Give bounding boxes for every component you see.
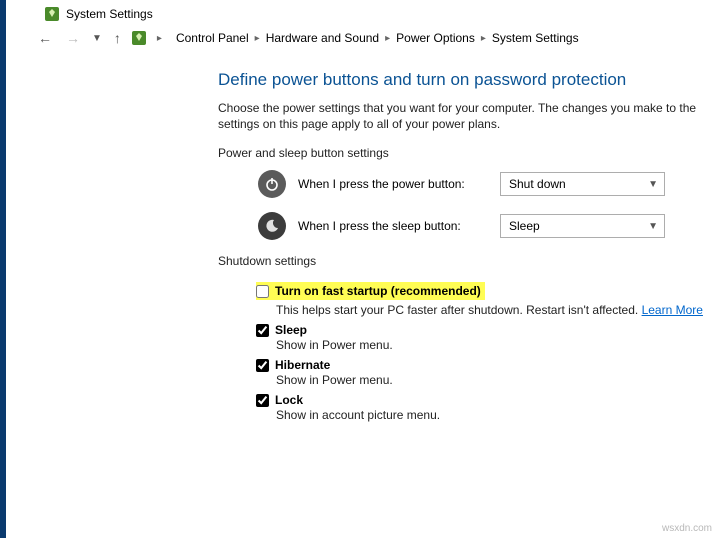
page-description: Choose the power settings that you want … [218, 100, 720, 132]
section-shutdown-header: Shutdown settings [218, 254, 720, 268]
sleep-checkbox[interactable] [256, 324, 269, 337]
sleep-label: Sleep [275, 323, 307, 337]
breadcrumb-system-settings[interactable]: System Settings [492, 31, 579, 45]
breadcrumb-control-panel[interactable]: Control Panel [176, 31, 249, 45]
page-title: Define power buttons and turn on passwor… [218, 70, 720, 90]
lock-checkbox[interactable] [256, 394, 269, 407]
sleep-button-dropdown[interactable]: Sleep ▼ [500, 214, 665, 238]
power-button-dropdown[interactable]: Shut down ▼ [500, 172, 665, 196]
power-button-row: When I press the power button: Shut down… [258, 170, 720, 198]
chevron-right-icon: ▸ [157, 33, 162, 44]
chevron-down-icon: ▼ [648, 179, 658, 190]
lock-label: Lock [275, 393, 303, 407]
window-title: System Settings [66, 7, 153, 21]
moon-icon [258, 212, 286, 240]
power-options-icon [131, 30, 147, 46]
fast-startup-highlight: Turn on fast startup (recommended) [256, 282, 485, 300]
titlebar: System Settings [0, 0, 720, 26]
hibernate-checkbox[interactable] [256, 359, 269, 372]
power-options-icon [44, 6, 60, 22]
power-icon [258, 170, 286, 198]
power-button-value: Shut down [509, 177, 566, 191]
sleep-button-row: When I press the sleep button: Sleep ▼ [258, 212, 720, 240]
chevron-right-icon: ▸ [481, 33, 486, 44]
chevron-right-icon: ▸ [385, 33, 390, 44]
sleep-button-label: When I press the sleep button: [298, 219, 488, 233]
section-power-sleep-header: Power and sleep button settings [218, 146, 720, 160]
nav-forward-button[interactable]: → [64, 30, 82, 46]
fast-startup-desc: This helps start your PC faster after sh… [276, 303, 720, 317]
sleep-button-value: Sleep [509, 219, 540, 233]
nav-history-button[interactable]: ▼ [92, 33, 102, 44]
breadcrumb-hardware-sound[interactable]: Hardware and Sound [266, 31, 379, 45]
breadcrumb-power-options[interactable]: Power Options [396, 31, 475, 45]
content-area: Define power buttons and turn on passwor… [0, 54, 720, 422]
watermark: wsxdn.com [662, 523, 712, 534]
navigation-bar: ← → ▼ ↑ ▸ Control Panel ▸ Hardware and S… [0, 26, 720, 54]
hibernate-desc: Show in Power menu. [276, 373, 720, 387]
hibernate-label: Hibernate [275, 358, 330, 372]
power-button-label: When I press the power button: [298, 177, 488, 191]
sleep-desc: Show in Power menu. [276, 338, 720, 352]
nav-up-button[interactable]: ↑ [114, 30, 121, 46]
learn-more-link[interactable]: Learn More [642, 303, 703, 317]
nav-back-button[interactable]: ← [36, 30, 54, 46]
chevron-down-icon: ▼ [648, 221, 658, 232]
breadcrumb: Control Panel ▸ Hardware and Sound ▸ Pow… [176, 31, 579, 45]
chevron-right-icon: ▸ [255, 33, 260, 44]
fast-startup-checkbox[interactable] [256, 285, 269, 298]
lock-desc: Show in account picture menu. [276, 408, 720, 422]
fast-startup-label: Turn on fast startup (recommended) [275, 284, 481, 298]
